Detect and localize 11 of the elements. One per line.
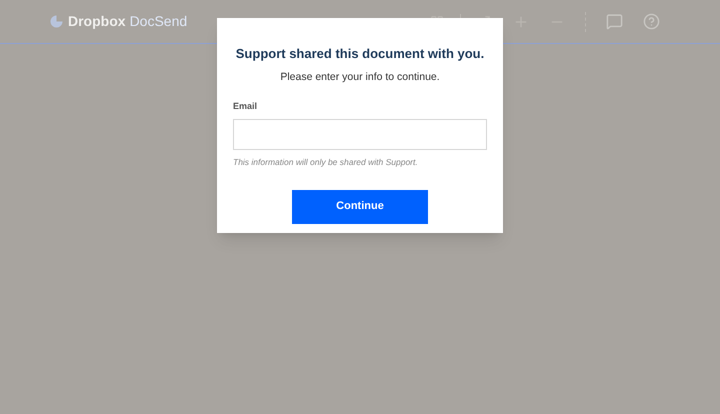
email-label: Email	[233, 100, 258, 114]
continue-button[interactable]: Continue	[292, 190, 428, 224]
email-field[interactable]	[233, 118, 487, 150]
dialog-title: Support shared this document with you.	[234, 45, 486, 63]
chat-icon[interactable]	[606, 13, 623, 30]
dialog-subtitle: Please enter your info to continue.	[279, 70, 441, 84]
logo-icon	[50, 15, 63, 28]
privacy-note: This information will only be shared with Support.	[233, 156, 419, 168]
brand-name: Dropbox	[68, 12, 126, 31]
product-name: DocSend	[130, 12, 188, 31]
help-icon[interactable]	[643, 13, 660, 30]
